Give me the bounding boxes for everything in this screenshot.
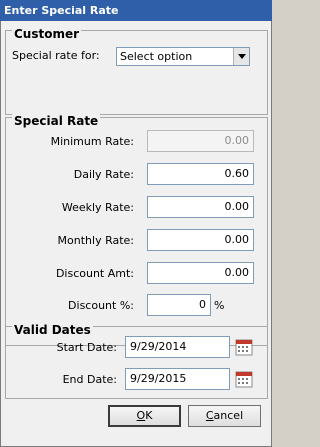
calendar-icon[interactable] [235, 370, 253, 388]
special-rate-group: Special Rate Minimum Rate: 0.00 Daily Ra… [5, 114, 268, 346]
weekly-rate-field[interactable]: 0.00 [147, 196, 254, 218]
daily-rate-label: Daily Rate: [73, 168, 134, 181]
cancel-mnemonic: C [205, 409, 214, 422]
discount-pct-label: Discount %: [68, 299, 134, 312]
start-date-field[interactable]: 9/29/2014 [125, 336, 230, 358]
window-title: Enter Special Rate [0, 0, 272, 21]
monthly-rate-field[interactable]: 0.00 [147, 229, 254, 251]
ok-mnemonic: O [136, 409, 146, 422]
discount-pct-field[interactable]: 0 [147, 294, 211, 316]
ok-label-rest: K [145, 409, 153, 422]
valid-dates-group: Valid Dates Start Date: 9/29/2014 End Da… [5, 323, 268, 399]
special-rate-group-title: Special Rate [12, 114, 101, 128]
cancel-button[interactable]: Cancel [188, 405, 261, 427]
special-rate-for-label: Special rate for: [12, 49, 100, 62]
minimum-rate-field: 0.00 [147, 130, 254, 152]
daily-rate-field[interactable]: 0.60 [147, 163, 254, 185]
monthly-rate-label: Monthly Rate: [57, 234, 134, 247]
dialog-body: Customer Special rate for: Select option… [0, 21, 272, 447]
valid-dates-group-title: Valid Dates [12, 323, 93, 337]
end-date-field[interactable]: 9/29/2015 [125, 368, 230, 390]
calendar-icon[interactable] [235, 338, 253, 356]
minimum-rate-label: Minimum Rate: [50, 135, 134, 148]
discount-amt-label: Discount Amt: [55, 267, 134, 280]
customer-group: Customer Special rate for: Select option [5, 27, 268, 115]
ok-button[interactable]: OK [108, 405, 181, 427]
special-rate-for-value: Select option [120, 50, 193, 63]
end-date-label: End Date: [62, 373, 117, 386]
discount-pct-unit: % [214, 299, 225, 312]
start-date-label: Start Date: [56, 341, 117, 354]
customer-group-title: Customer [12, 27, 82, 41]
weekly-rate-label: Weekly Rate: [61, 201, 134, 214]
special-rate-for-select[interactable]: Select option [116, 47, 250, 66]
chevron-down-icon[interactable] [233, 48, 249, 65]
discount-amt-field[interactable]: 0.00 [147, 262, 254, 284]
cancel-label-rest: ancel [213, 409, 244, 422]
